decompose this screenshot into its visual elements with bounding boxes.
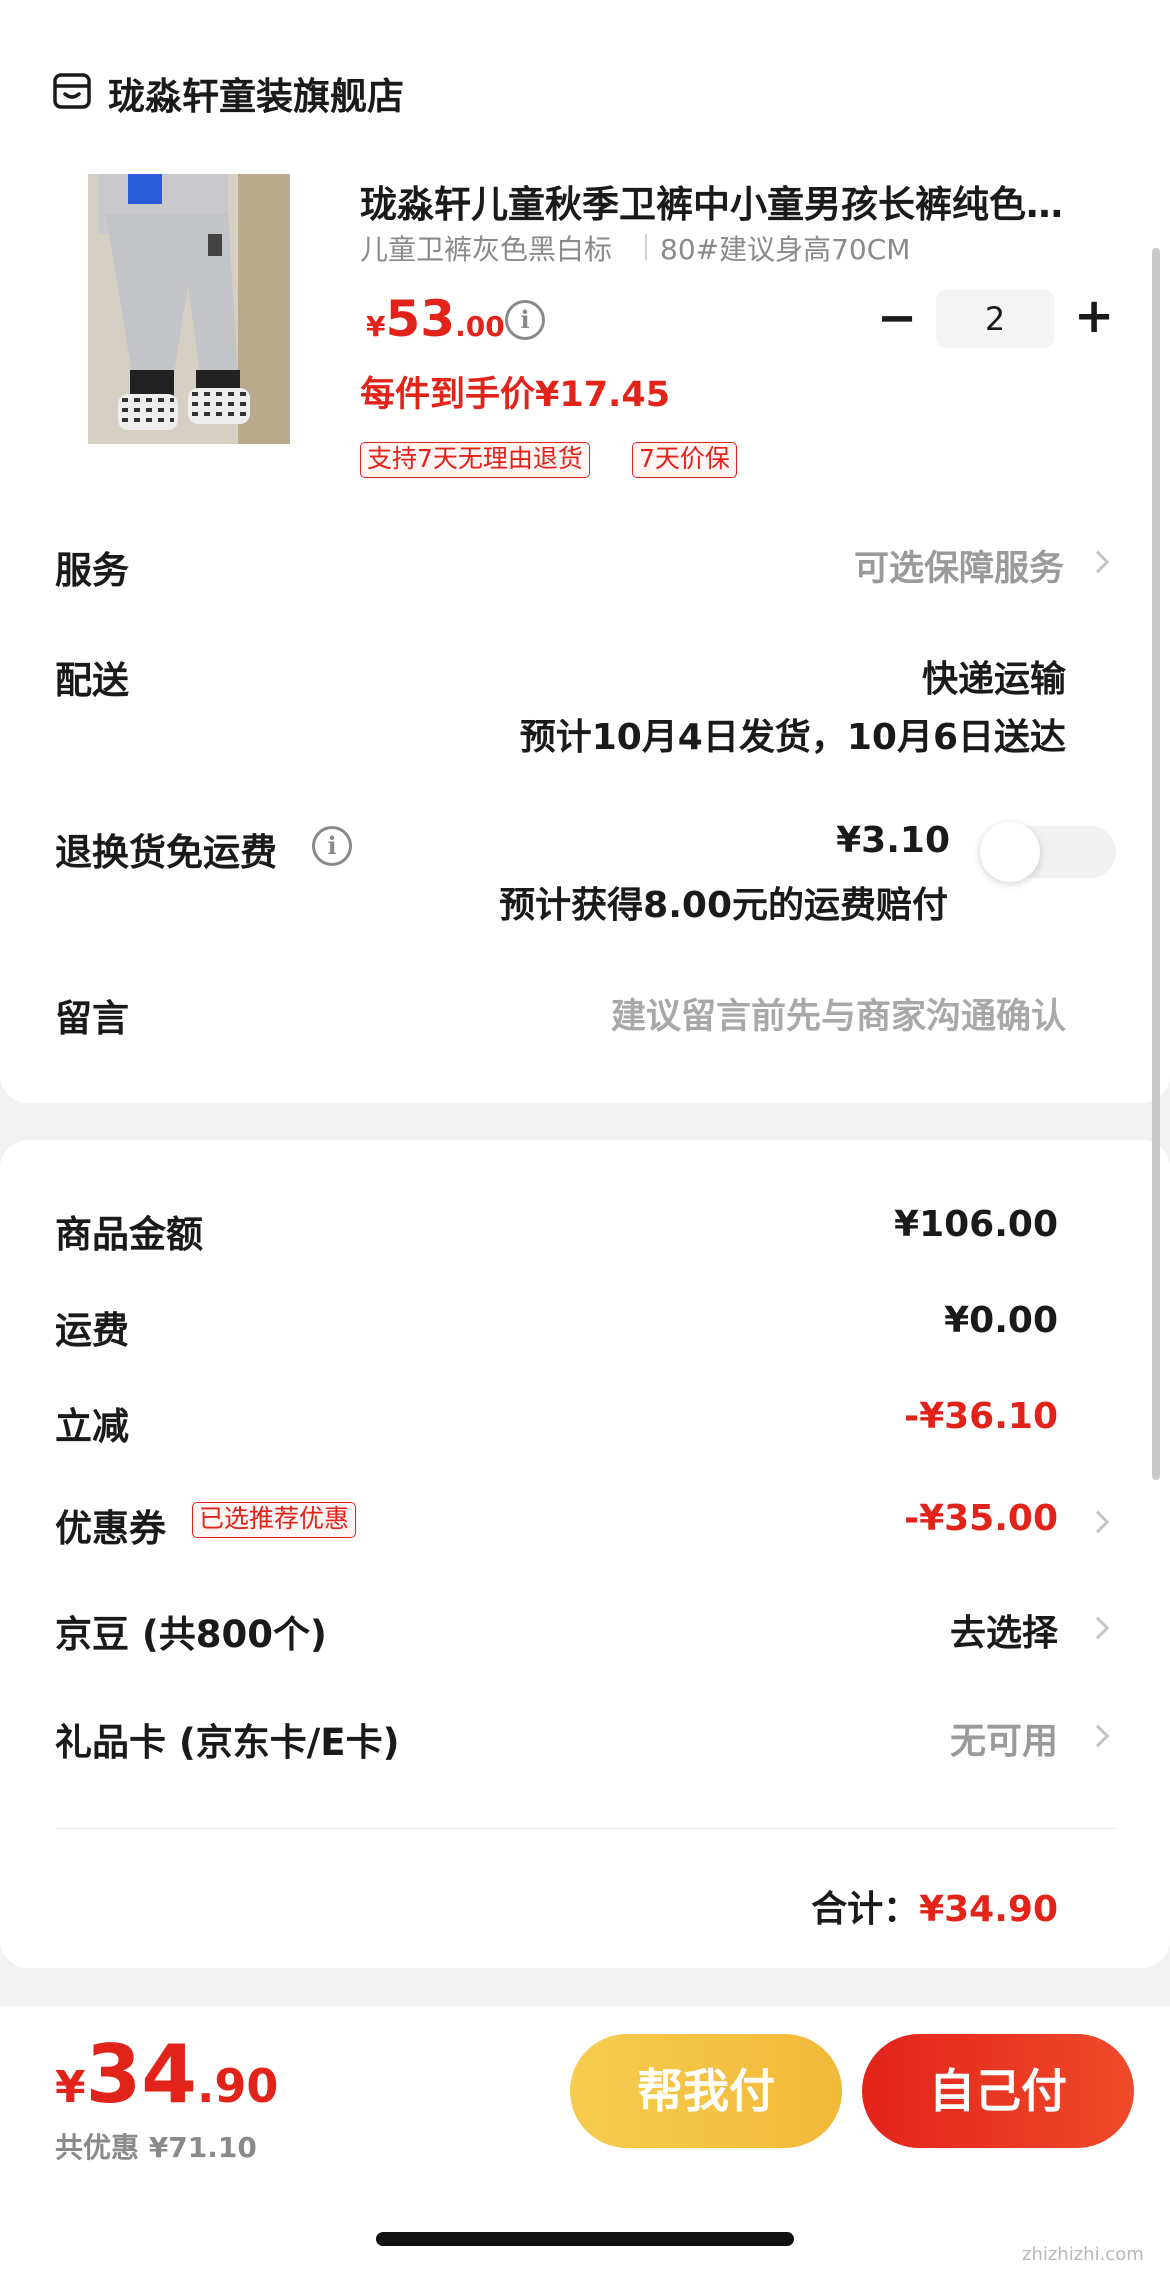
checkout-bar: ¥34.90 共优惠 ¥71.10 帮我付 自己付 zhizhizhi.com bbox=[0, 2006, 1170, 2270]
payable-int: 34 bbox=[85, 2028, 197, 2121]
price-info-icon[interactable]: i bbox=[505, 300, 545, 340]
summary-total: 合计：¥34.90 bbox=[811, 1880, 1058, 1932]
service-label: 服务 bbox=[55, 549, 129, 592]
price-summary-card: 商品金额 ¥106.00 运费 ¥0.00 立减 -¥36.10 优惠券 已选推… bbox=[0, 1140, 1170, 1968]
price-dec: .00 bbox=[455, 310, 505, 343]
return-shipping-info-icon[interactable]: i bbox=[312, 826, 352, 866]
service-chevron-icon[interactable] bbox=[1086, 550, 1110, 574]
message-input[interactable]: 建议留言前先与商家沟通确认 bbox=[611, 988, 1066, 1039]
quantity-minus-button[interactable]: − bbox=[877, 290, 917, 346]
total-saved[interactable]: 共优惠 ¥71.10 bbox=[55, 2126, 257, 2166]
discount-value: -¥36.10 bbox=[904, 1396, 1058, 1437]
summary-divider bbox=[55, 1828, 1115, 1829]
return-shipping-toggle[interactable] bbox=[980, 822, 1116, 882]
payable-amount: ¥34.90 bbox=[55, 2028, 278, 2121]
product-price: ¥53.00 bbox=[366, 290, 505, 348]
scrollbar[interactable] bbox=[1152, 248, 1160, 1480]
self-pay-button[interactable]: 自己付 bbox=[862, 2034, 1134, 2148]
help-pay-label: 帮我付 bbox=[637, 2064, 775, 2118]
toggle-knob bbox=[980, 822, 1040, 882]
store-icon bbox=[52, 72, 92, 110]
coupon-chevron-icon[interactable] bbox=[1086, 1510, 1110, 1534]
unit-price: 每件到手价¥17.45 bbox=[360, 375, 671, 415]
price-int: 53 bbox=[385, 290, 456, 348]
product-title[interactable]: 珑淼轩儿童秋季卫裤中小童男孩长裤纯色… bbox=[360, 174, 1063, 228]
beans-label: 京豆 (共800个) bbox=[55, 1613, 327, 1656]
store-name[interactable]: 珑淼轩童装旗舰店 bbox=[108, 66, 404, 120]
watermark: zhizhizhi.com bbox=[1022, 2244, 1144, 2265]
delivery-estimate: 预计10月4日发货，10月6日送达 bbox=[519, 717, 1066, 758]
shipping-label: 运费 bbox=[55, 1309, 129, 1352]
beans-chevron-icon[interactable] bbox=[1086, 1616, 1110, 1640]
total-value: ¥34.90 bbox=[919, 1889, 1058, 1930]
goods-amount-label: 商品金额 bbox=[55, 1213, 203, 1256]
return-shipping-price: ¥3.10 bbox=[836, 820, 950, 861]
goods-amount-value: ¥106.00 bbox=[894, 1204, 1058, 1245]
order-card: 珑淼轩童装旗舰店 珑淼轩儿童秋季卫裤中小童男孩长裤纯色… 儿童卫裤灰色黑白标 8… bbox=[0, 0, 1170, 1103]
product-image[interactable] bbox=[88, 174, 290, 444]
payable-symbol: ¥ bbox=[55, 2062, 86, 2113]
payable-dec: .90 bbox=[196, 2059, 279, 2113]
return-shipping-note: 预计获得8.00元的运费赔付 bbox=[499, 885, 948, 926]
return-shipping-label: 退换货免运费 bbox=[55, 831, 277, 874]
discount-label: 立减 bbox=[55, 1405, 129, 1448]
shipping-value: ¥0.00 bbox=[944, 1300, 1058, 1341]
service-value[interactable]: 可选保障服务 bbox=[854, 540, 1064, 591]
self-pay-label: 自己付 bbox=[929, 2064, 1067, 2118]
total-label: 合计： bbox=[811, 1889, 920, 1930]
quantity-value: 2 bbox=[984, 300, 1006, 338]
coupon-tag: 已选推荐优惠 bbox=[192, 1502, 357, 1538]
spec-divider bbox=[645, 234, 647, 260]
help-pay-button[interactable]: 帮我付 bbox=[570, 2034, 842, 2148]
tag-return: 支持7天无理由退货 bbox=[360, 442, 590, 478]
quantity-plus-button[interactable]: + bbox=[1074, 288, 1114, 344]
coupon-label: 优惠券 bbox=[55, 1507, 166, 1550]
giftcard-chevron-icon[interactable] bbox=[1086, 1724, 1110, 1748]
message-label: 留言 bbox=[55, 997, 129, 1040]
tag-price-protect: 7天价保 bbox=[632, 442, 737, 478]
quantity-field[interactable]: 2 bbox=[936, 290, 1054, 348]
delivery-method[interactable]: 快递运输 bbox=[922, 650, 1066, 702]
delivery-label: 配送 bbox=[55, 659, 129, 702]
coupon-value[interactable]: -¥35.00 bbox=[904, 1498, 1058, 1539]
beans-value[interactable]: 去选择 bbox=[950, 1604, 1058, 1656]
giftcard-value[interactable]: 无可用 bbox=[950, 1712, 1058, 1764]
product-spec-color[interactable]: 儿童卫裤灰色黑白标 bbox=[360, 228, 612, 268]
home-indicator[interactable] bbox=[376, 2232, 794, 2246]
product-spec-size[interactable]: 80#建议身高70CM bbox=[660, 228, 910, 268]
price-symbol: ¥ bbox=[366, 310, 386, 343]
giftcard-label: 礼品卡 (京东卡/E卡) bbox=[55, 1721, 400, 1764]
